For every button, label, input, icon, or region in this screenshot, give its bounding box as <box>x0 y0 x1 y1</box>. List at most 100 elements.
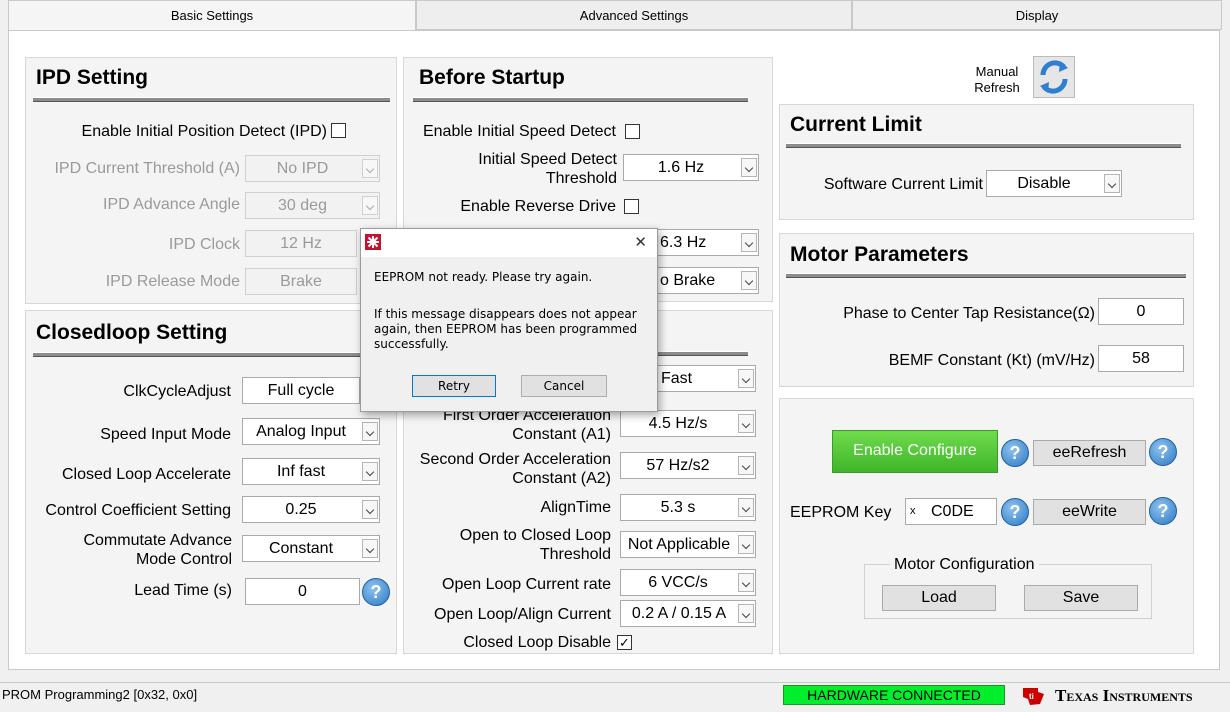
a1-select[interactable]: 4.5 Hz/s <box>620 410 756 437</box>
align-current-value: 0.2 A / 0.15 A <box>631 605 727 622</box>
open-loop-rate-select[interactable]: 6 VCC/s <box>620 569 756 596</box>
lead-time-field[interactable]: 0 <box>245 578 360 605</box>
closed-loop-accelerate-label: Closed Loop Accelerate <box>62 466 231 483</box>
resistance-label: Phase to Center Tap Resistance(Ω) <box>843 305 1095 322</box>
enable-configure-help-icon[interactable]: ? <box>1001 439 1029 467</box>
closed-loop-accelerate-select[interactable]: Inf fast <box>242 458 380 485</box>
dialog-titlebar: ✕ <box>361 229 657 257</box>
ipd-current-threshold-label: IPD Current Threshold (A) <box>54 160 240 177</box>
motor-configuration-title: Motor Configuration <box>890 556 1039 574</box>
chevron-down-icon <box>738 498 754 517</box>
eeprom-key-help-icon[interactable]: ? <box>1001 498 1029 526</box>
eeprom-key-field[interactable]: x C0DE <box>905 498 997 525</box>
ipd-setting-divider <box>33 97 390 102</box>
open-closed-threshold-select[interactable]: Not Applicable <box>620 531 756 558</box>
align-time-value: 5.3 s <box>660 499 696 516</box>
ti-brand-text: Texas Instruments <box>1055 686 1193 705</box>
bemf-field[interactable]: 58 <box>1098 345 1184 372</box>
chevron-down-icon <box>738 573 754 592</box>
ipd-setting-title: IPD Setting <box>36 66 149 89</box>
ipd-advance-angle-select[interactable]: 30 deg <box>245 192 380 219</box>
chevron-down-icon <box>741 233 757 252</box>
status-bar: PROM Programming2 [0x32, 0x0] HARDWARE C… <box>0 682 1230 709</box>
ee-write-help-icon[interactable]: ? <box>1149 497 1177 525</box>
chevron-down-icon <box>362 539 378 558</box>
ti-logo-icon: ti <box>1020 685 1046 707</box>
refresh-button[interactable] <box>1033 56 1075 98</box>
before-startup-divider <box>413 97 748 102</box>
speed-input-mode-select[interactable]: Analog Input <box>242 418 380 445</box>
eeprom-dialog: ✕ EEPROM not ready. Please try again. If… <box>360 228 658 412</box>
motor-parameters-divider <box>786 273 1186 278</box>
a2-select[interactable]: 57 Hz/s2 <box>620 452 756 479</box>
closed-loop-accelerate-value: Inf fast <box>276 463 326 480</box>
control-coefficient-label: Control Coefficient Setting <box>45 502 231 519</box>
isd-threshold-label: Initial Speed Detect Threshold <box>478 151 617 187</box>
ipd-current-threshold-select[interactable]: No IPD <box>245 155 380 182</box>
software-current-limit-value: Disable <box>1017 175 1071 192</box>
chevron-down-icon <box>362 462 378 481</box>
ipd-release-mode-field[interactable]: Brake <box>245 268 357 295</box>
startup-divider <box>655 351 748 356</box>
a2-label: Second Order Acceleration Constant (A2) <box>419 451 611 487</box>
a1-value: 4.5 Hz/s <box>648 415 708 432</box>
clk-cycle-adjust-field[interactable]: Full cycle <box>242 377 360 404</box>
tab-basic-settings[interactable]: Basic Settings <box>8 0 416 32</box>
chevron-down-icon <box>738 369 754 388</box>
chevron-down-icon <box>741 271 757 290</box>
eeprom-key-label: EEPROM Key <box>790 504 892 521</box>
ipd-clock-label: IPD Clock <box>168 236 240 253</box>
initial-speed-detect-checkbox[interactable] <box>625 124 640 139</box>
align-current-label: Open Loop/Align Current <box>434 606 611 623</box>
enable-configure-button[interactable]: Enable Configure <box>832 430 998 473</box>
retry-button[interactable]: Retry <box>412 375 496 397</box>
software-current-limit-label: Software Current Limit <box>823 176 983 193</box>
svg-text:ti: ti <box>1029 692 1034 701</box>
app-logo-icon <box>365 234 381 250</box>
lead-time-label: Lead Time (s) <box>134 582 232 599</box>
open-loop-rate-value: 6 VCC/s <box>648 574 708 591</box>
ee-write-button[interactable]: eeWrite <box>1033 499 1146 525</box>
ipd-enable-checkbox[interactable] <box>331 123 346 138</box>
tab-display[interactable]: Display <box>852 0 1222 30</box>
speed-input-mode-value: Analog Input <box>256 423 346 440</box>
cancel-button[interactable]: Cancel <box>521 375 607 397</box>
lead-time-help-icon[interactable]: ? <box>362 578 390 606</box>
initial-speed-detect-label: Enable Initial Speed Detect <box>422 123 616 140</box>
chevron-down-icon <box>738 604 754 623</box>
isd-threshold-select[interactable]: 1.6 Hz <box>623 154 759 181</box>
close-icon[interactable]: ✕ <box>634 233 647 251</box>
reverse-drive-checkbox[interactable] <box>624 199 639 214</box>
ee-refresh-help-icon[interactable]: ? <box>1149 438 1177 466</box>
align-current-select[interactable]: 0.2 A / 0.15 A <box>620 600 756 627</box>
ipd-advance-angle-value: 30 deg <box>278 197 327 214</box>
load-button[interactable]: Load <box>882 585 996 611</box>
closed-loop-disable-label: Closed Loop Disable <box>463 634 611 651</box>
chevron-down-icon <box>362 500 378 519</box>
align-time-select[interactable]: 5.3 s <box>620 494 756 521</box>
chevron-down-icon <box>362 196 378 215</box>
key-prefix: x <box>910 505 916 517</box>
reverse-drive-label: Enable Reverse Drive <box>460 198 616 215</box>
commutate-advance-select[interactable]: Constant <box>242 535 380 562</box>
closed-loop-disable-checkbox[interactable]: ✓ <box>617 635 632 650</box>
open-loop-rate-label: Open Loop Current rate <box>442 576 611 593</box>
commutate-advance-value: Constant <box>268 540 334 557</box>
current-limit-title: Current Limit <box>790 113 922 136</box>
dialog-message-2: If this message disappears does not appe… <box>374 307 638 351</box>
ipd-clock-field[interactable]: 12 Hz <box>245 230 357 257</box>
closedloop-setting-divider <box>33 352 390 357</box>
tab-advanced-settings[interactable]: Advanced Settings <box>416 0 852 30</box>
save-button[interactable]: Save <box>1024 585 1138 611</box>
software-current-limit-select[interactable]: Disable <box>986 170 1122 197</box>
current-limit-divider <box>786 143 1181 148</box>
ee-refresh-button[interactable]: eeRefresh <box>1033 440 1146 466</box>
before-startup-title: Before Startup <box>419 66 565 89</box>
chevron-down-icon <box>738 456 754 475</box>
resistance-field[interactable]: 0 <box>1098 298 1184 325</box>
control-coefficient-select[interactable]: 0.25 <box>242 496 380 523</box>
motor-parameters-title: Motor Parameters <box>790 243 969 266</box>
speed-input-mode-label: Speed Input Mode <box>100 426 231 443</box>
closedloop-setting-title: Closedloop Setting <box>36 321 228 344</box>
isd-threshold-value: 1.6 Hz <box>657 159 705 176</box>
